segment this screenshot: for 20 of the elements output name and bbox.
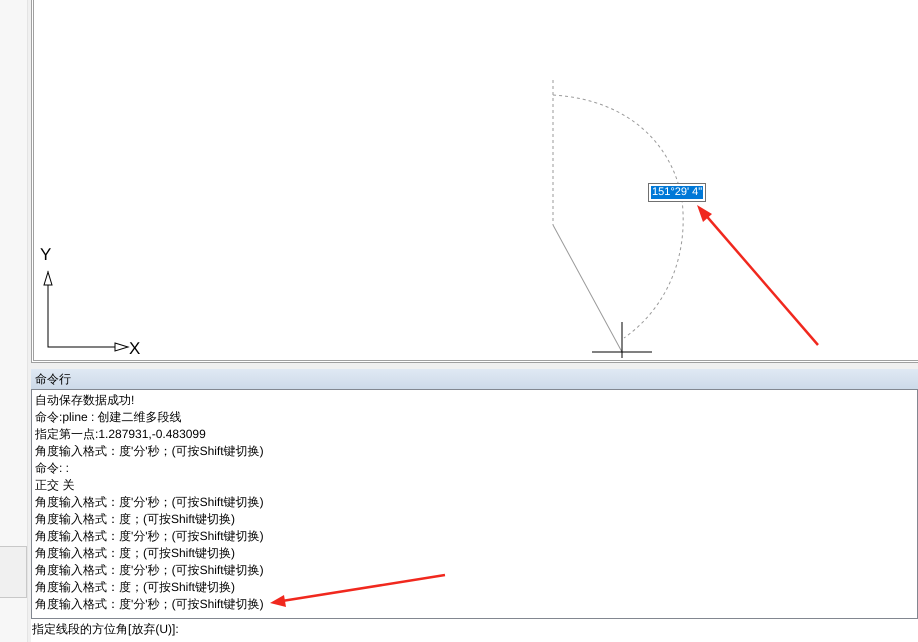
command-panel-title: 命令行 xyxy=(31,369,918,389)
log-line: 角度输入格式：度'分'秒；(可按Shift键切换) xyxy=(35,494,264,511)
log-line: 自动保存数据成功! xyxy=(35,392,134,409)
log-line: 角度输入格式：度；(可按Shift键切换) xyxy=(35,545,236,562)
log-line: 命令: : xyxy=(35,460,70,477)
log-line: 角度输入格式：度'分'秒；(可按Shift键切换) xyxy=(35,562,264,579)
log-line: 角度输入格式：度；(可按Shift键切换) xyxy=(35,579,236,596)
x-axis-label: X xyxy=(129,340,140,357)
log-line: 角度输入格式：度'分'秒；(可按Shift键切换) xyxy=(35,443,264,460)
log-line: 角度输入格式：度'分'秒；(可按Shift键切换) xyxy=(35,596,264,613)
axis-icon xyxy=(43,270,130,352)
log-line: 正交 关 xyxy=(35,477,74,494)
log-line: 角度输入格式：度；(可按Shift键切换) xyxy=(35,511,236,528)
angle-input-field[interactable]: 151°29' 4" xyxy=(648,183,706,202)
log-line: 角度输入格式：度'分'秒；(可按Shift键切换) xyxy=(35,528,264,545)
crosshair-cursor-icon xyxy=(592,322,652,358)
command-prompt[interactable]: 指定线段的方位角[放弃(U)]: xyxy=(31,619,918,642)
log-line: 命令:pline : 创建二维多段线 xyxy=(35,409,182,426)
log-line: 指定第一点:1.287931,-0.483099 xyxy=(35,426,206,443)
y-axis-label: Y xyxy=(40,246,52,263)
